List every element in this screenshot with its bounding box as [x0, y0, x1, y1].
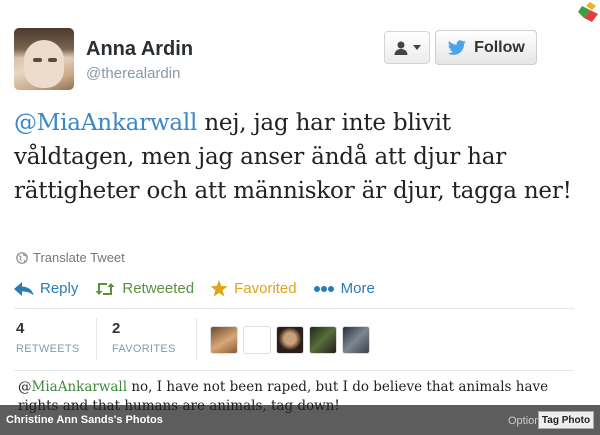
photo-caption[interactable]: Christine Ann Sands's Photos	[6, 414, 163, 426]
reply-arrow-icon	[14, 281, 34, 296]
reply-label: Reply	[40, 280, 79, 297]
favorites-count: 2	[112, 320, 121, 337]
favoriter-avatar[interactable]	[342, 326, 370, 354]
stat-divider	[196, 318, 197, 360]
translate-tweet-link[interactable]: Translate Tweet	[16, 250, 125, 265]
retweet-button[interactable]: Retweeted	[94, 280, 194, 297]
translation-at: @	[18, 379, 32, 395]
retweet-icon	[95, 282, 115, 295]
bird-icon	[448, 39, 467, 55]
corner-ribbon-icon	[572, 0, 600, 28]
retweets-label: RETWEETS	[16, 343, 80, 355]
favorite-button[interactable]: Favorited	[210, 280, 297, 297]
avatar[interactable]	[14, 28, 74, 90]
tweet-mention-link[interactable]: @MiaAnkarwall	[14, 110, 197, 136]
tweet-actions: Reply Retweeted Favorited More	[14, 280, 391, 297]
user-name[interactable]: Anna Ardin	[86, 38, 193, 61]
retweeted-label: Retweeted	[122, 280, 195, 297]
user-menu-icon	[394, 41, 408, 55]
star-icon	[210, 280, 228, 297]
favorited-label: Favorited	[234, 280, 297, 297]
follow-label: Follow	[474, 38, 525, 56]
more-label: More	[340, 280, 375, 297]
follow-button[interactable]: Follow	[435, 30, 537, 65]
reply-button[interactable]: Reply	[14, 280, 78, 297]
translation-mention: MiaAnkarwall	[31, 379, 128, 395]
photo-caption-bar: Christine Ann Sands's Photos Options Tag…	[0, 405, 600, 435]
tag-photo-button[interactable]: Tag Photo	[538, 411, 594, 429]
favorites-stat[interactable]: 2 FAVORITES	[112, 320, 176, 355]
favoriters-list	[210, 326, 370, 354]
divider	[14, 308, 574, 309]
chevron-down-icon	[413, 44, 421, 50]
stat-divider	[96, 318, 97, 360]
favorites-label: FAVORITES	[112, 343, 176, 355]
favoriter-avatar[interactable]	[243, 326, 271, 354]
favoriter-avatar[interactable]	[309, 326, 337, 354]
user-handle[interactable]: @therealardin	[86, 65, 180, 82]
tweet-text: @MiaAnkarwall nej, jag har inte blivit v…	[14, 106, 574, 208]
favoriter-avatar[interactable]	[276, 326, 304, 354]
translate-label: Translate Tweet	[33, 250, 125, 265]
favoriter-avatar[interactable]	[210, 326, 238, 354]
globe-icon	[16, 251, 28, 264]
retweets-count: 4	[16, 320, 25, 337]
user-actions-button[interactable]	[384, 31, 430, 64]
divider	[14, 370, 574, 371]
more-dots-icon	[313, 285, 334, 292]
retweets-stat[interactable]: 4 RETWEETS	[16, 320, 80, 355]
more-button[interactable]: More	[313, 280, 375, 297]
